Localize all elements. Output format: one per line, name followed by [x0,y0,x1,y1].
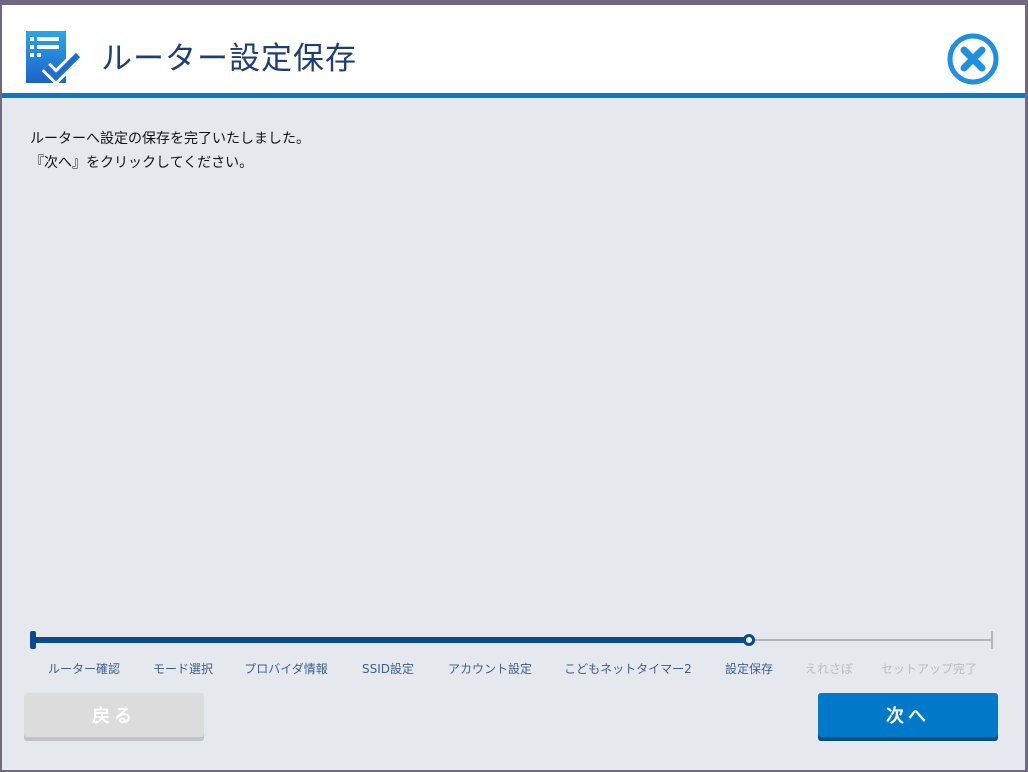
next-button[interactable]: 次へ [818,693,998,737]
header: ルーター設定保存 [2,5,1025,98]
back-button[interactable]: 戻る [24,693,204,737]
close-icon[interactable] [946,32,1000,86]
progress-step-label: プロバイダ情報 [244,662,328,676]
progress-step-label: 設定保存 [724,662,774,676]
progress-step-label: アカウント設定 [447,662,533,676]
settings-check-icon [26,31,82,83]
progress-current-marker [743,634,756,646]
progress-step-label: えれさぼ [804,662,854,676]
status-message: ルーターへ設定の保存を完了いたしました。 『次へ』をクリックしてください。 [30,127,310,175]
setup-window: ルーター設定保存 ルーターへ設定の保存を完了いたしました。 『次へ』をクリックし… [2,5,1025,770]
progress-fill [33,637,750,643]
progress-step-label: SSID設定 [361,662,415,676]
progress-track [30,631,993,649]
message-line: 『次へ』をクリックしてください。 [30,155,254,171]
progress-end [991,631,993,649]
progress-step-label: こどもネットタイマー2 [564,662,692,676]
progress-step-label: ルーター確認 [47,662,121,676]
page-title: ルーター設定保存 [101,41,357,77]
progress-start [30,631,36,649]
progress-step-label: モード選択 [152,662,214,676]
message-line: ルーターへ設定の保存を完了いたしました。 [30,131,310,147]
progress-step-label: セットアップ完了 [880,662,978,676]
